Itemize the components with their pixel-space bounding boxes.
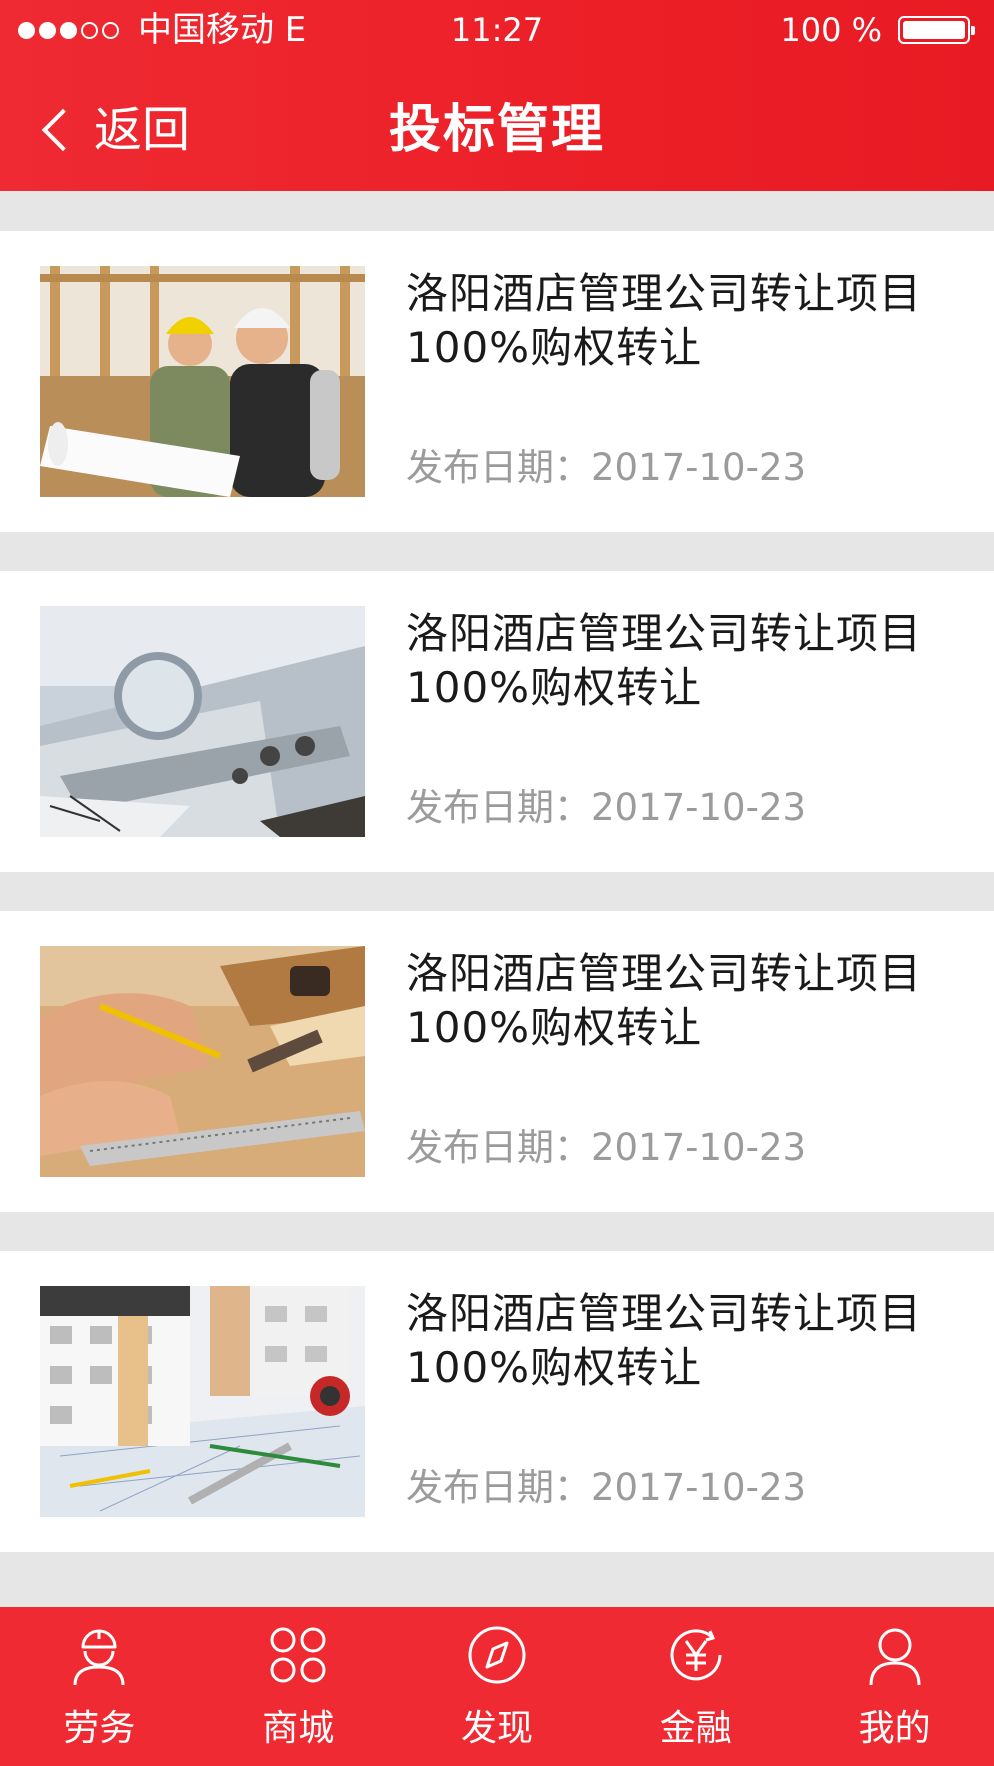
bottom-tab-bar: 劳务 商城 发现 金融 我的 [0, 1607, 994, 1766]
tab-label: 劳务 [63, 1708, 136, 1749]
app-header: 中国移动 E 11:27 100 % 返回 投标管理 [0, 0, 994, 191]
battery-icon [898, 16, 975, 44]
tab-label: 发现 [460, 1708, 533, 1749]
list-item[interactable]: 洛阳酒店管理公司转让项目100%购权转让 发布日期：2017-10-23 [0, 231, 994, 532]
status-bar: 中国移动 E 11:27 100 % [0, 0, 994, 62]
page-title: 投标管理 [388, 100, 605, 160]
item-title: 洛阳酒店管理公司转让项目100%购权转让 [406, 1289, 923, 1392]
compass-icon [468, 1626, 526, 1684]
yen-icon [670, 1629, 722, 1681]
item-title: 洛阳酒店管理公司转让项目100%购权转让 [406, 609, 923, 712]
list-item[interactable]: 洛阳酒店管理公司转让项目100%购权转让 发布日期：2017-10-23 [0, 911, 994, 1212]
item-thumbnail-building-models [40, 1286, 365, 1517]
item-date: 发布日期：2017-10-23 [406, 1466, 807, 1509]
battery-percent: 100 % [780, 11, 882, 49]
tab-mall[interactable]: 商城 [199, 1607, 398, 1766]
item-date: 发布日期：2017-10-23 [406, 446, 807, 489]
item-title: 洛阳酒店管理公司转让项目100%购权转让 [406, 949, 923, 1052]
item-thumbnail-carpentry [40, 946, 365, 1177]
item-date: 发布日期：2017-10-23 [406, 786, 807, 829]
list-item[interactable]: 洛阳酒店管理公司转让项目100%购权转让 发布日期：2017-10-23 [0, 571, 994, 872]
tab-discover[interactable]: 发现 [398, 1607, 597, 1766]
user-icon [869, 1628, 921, 1686]
item-thumbnail-construction-workers [40, 266, 365, 497]
item-date: 发布日期：2017-10-23 [406, 1126, 807, 1169]
tab-me[interactable]: 我的 [795, 1607, 994, 1766]
tab-label: 我的 [858, 1708, 931, 1749]
item-title: 洛阳酒店管理公司转让项目100%购权转让 [406, 269, 923, 372]
list-item[interactable]: 洛阳酒店管理公司转让项目100%购权转让 发布日期：2017-10-23 [0, 1251, 994, 1552]
item-thumbnail-drafting-tools [40, 606, 365, 837]
tab-finance[interactable]: 金融 [596, 1607, 795, 1766]
worker-helmet-icon [73, 1629, 125, 1686]
tab-label: 商城 [262, 1708, 335, 1749]
tab-labor[interactable]: 劳务 [0, 1607, 199, 1766]
tab-label: 金融 [659, 1708, 732, 1749]
grid-icon [270, 1627, 326, 1683]
